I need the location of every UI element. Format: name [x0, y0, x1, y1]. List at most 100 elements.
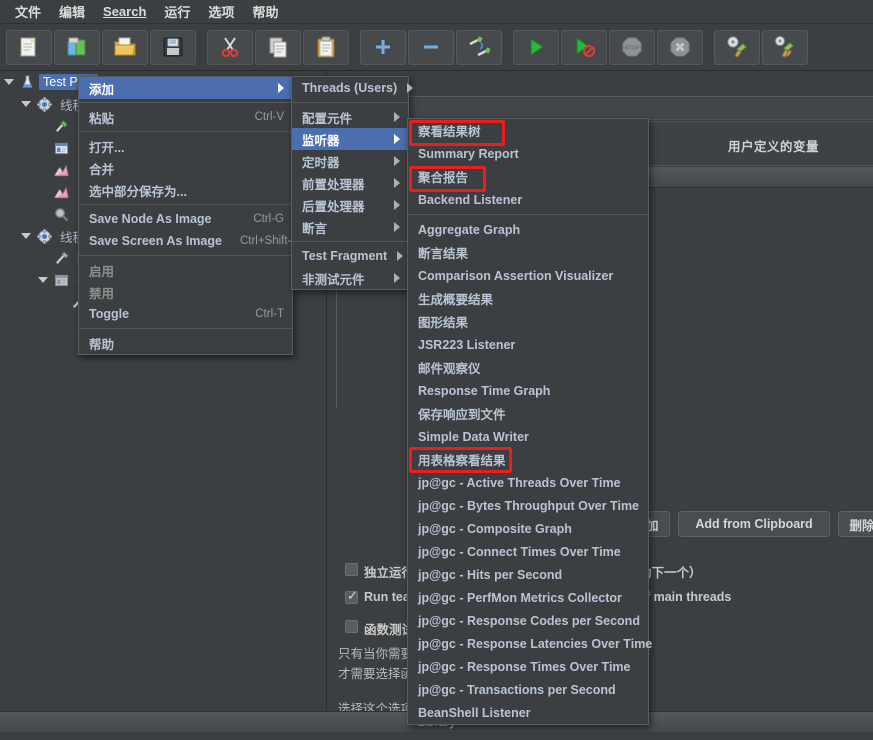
add-menu-item-5[interactable]: 前置处理器: [292, 172, 408, 194]
copy-button[interactable]: [255, 29, 301, 65]
context-menu-item-15[interactable]: 帮助: [79, 332, 292, 354]
chevron-down-icon[interactable]: [38, 277, 48, 283]
listener-menu-item-1[interactable]: Summary Report: [408, 142, 648, 165]
listener-menu-item-15[interactable]: 用表格察看结果: [408, 448, 648, 471]
listener-menu-item-14[interactable]: Simple Data Writer: [408, 425, 648, 448]
add-menu-item-9[interactable]: Test Fragment: [292, 245, 408, 267]
menu-item-label: Test Fragment: [302, 249, 388, 263]
collapse-all-button[interactable]: [408, 29, 454, 65]
menubar-item-1[interactable]: 编辑: [50, 0, 94, 24]
templates-button[interactable]: [54, 29, 100, 65]
add-menu-item-2[interactable]: 配置元件: [292, 106, 408, 128]
new-button[interactable]: [6, 29, 52, 65]
add-menu-item-6[interactable]: 后置处理器: [292, 194, 408, 216]
chevron-down-icon[interactable]: [21, 233, 31, 239]
save-button[interactable]: [150, 29, 196, 65]
menubar-item-5[interactable]: 帮助: [243, 0, 287, 24]
listener-menu-item-16[interactable]: jp@gc - Active Threads Over Time: [408, 471, 648, 494]
menu-item-label: jp@gc - Composite Graph: [418, 521, 572, 536]
menu-item-label: 邮件观察仪: [418, 362, 481, 376]
chevron-down-icon[interactable]: [21, 101, 31, 107]
toolbar-group-3: STOP: [513, 29, 705, 65]
listener-menu-item-6[interactable]: 断言结果: [408, 241, 648, 264]
context-menu-item-2[interactable]: 粘贴 Ctrl-V: [79, 106, 292, 128]
listeners-submenu[interactable]: 察看结果树 Summary Report 聚合报告 Backend Listener A…: [407, 118, 652, 725]
open-icon: [113, 35, 137, 59]
context-menu-item-13[interactable]: Toggle Ctrl-T: [79, 303, 292, 325]
listener-menu-item-2[interactable]: 聚合报告: [408, 165, 648, 188]
menubar-item-4[interactable]: 选项: [199, 0, 243, 24]
start-no-pause-icon: [572, 35, 596, 59]
listener-menu-item-7[interactable]: Comparison Assertion Visualizer: [408, 264, 648, 287]
listener-menu-item-21[interactable]: jp@gc - PerfMon Metrics Collector: [408, 586, 648, 609]
context-menu-item-12[interactable]: 禁用: [79, 281, 292, 303]
menu-item-label: jp@gc - PerfMon Metrics Collector: [418, 590, 622, 605]
context-menu-item-6[interactable]: 选中部分保存为...: [79, 179, 292, 201]
expand-all-button[interactable]: [360, 29, 406, 65]
listener-menu-item-26[interactable]: BeanShell Listener: [408, 701, 648, 724]
add-submenu[interactable]: Threads (Users) 配置元件 监听器 定时器 前置处理器 后置处理器 断言 Tes…: [291, 76, 414, 290]
svg-text:STOP: STOP: [625, 46, 640, 52]
listener-menu-item-0[interactable]: 察看结果树: [408, 119, 648, 142]
add-menu-item-10[interactable]: 非测试元件: [292, 267, 408, 289]
context-menu-item-11[interactable]: 启用: [79, 259, 292, 281]
chevron-down-icon[interactable]: [4, 79, 14, 85]
add-menu-item-0[interactable]: Threads (Users): [292, 77, 414, 99]
toolbar-group-0: [6, 29, 198, 65]
menubar-item-0[interactable]: 文件: [6, 0, 50, 24]
listener-menu-item-19[interactable]: jp@gc - Connect Times Over Time: [408, 540, 648, 563]
context-menu-item-4[interactable]: 打开...: [79, 135, 292, 157]
user-variables-label: 用户定义的变量: [728, 140, 820, 154]
listener-menu-item-23[interactable]: jp@gc - Response Latencies Over Time: [408, 632, 652, 655]
menu-item-label: Aggregate Graph: [418, 222, 521, 237]
context-menu-item-5[interactable]: 合并: [79, 157, 292, 179]
editor-tabstrip: [336, 71, 873, 97]
start-button[interactable]: [513, 29, 559, 65]
add-menu-item-3[interactable]: 监听器: [292, 128, 408, 150]
listener-menu-item-20[interactable]: jp@gc - Hits per Second: [408, 563, 648, 586]
listener-menu-item-17[interactable]: jp@gc - Bytes Throughput Over Time: [408, 494, 648, 517]
menu-item-label: 打开...: [89, 140, 125, 155]
listener-menu-item-22[interactable]: jp@gc - Response Codes per Second: [408, 609, 648, 632]
serialize-thread-groups-checkbox[interactable]: [345, 563, 358, 576]
menubar-item-3[interactable]: 运行: [155, 0, 199, 24]
menu-item-label: Response Time Graph: [418, 383, 551, 398]
listener-menu-item-25[interactable]: jp@gc - Transactions per Second: [408, 678, 648, 701]
listener-menu-item-3[interactable]: Backend Listener: [408, 188, 648, 211]
listener-menu-item-12[interactable]: Response Time Graph: [408, 379, 648, 402]
delete-button[interactable]: 删除: [838, 511, 873, 537]
menu-item-label: Save Node As Image: [89, 212, 212, 226]
clear-all-button[interactable]: [762, 29, 808, 65]
listener-menu-item-13[interactable]: 保存响应到文件: [408, 402, 648, 425]
cut-button[interactable]: [207, 29, 253, 65]
clear-button[interactable]: [714, 29, 760, 65]
shutdown-button[interactable]: [657, 29, 703, 65]
menu-separator: [79, 204, 292, 205]
context-menu-item-0[interactable]: 添加: [79, 77, 292, 99]
add-menu-item-7[interactable]: 断言: [292, 216, 408, 238]
listener-menu-item-9[interactable]: 图形结果: [408, 310, 648, 333]
tree-context-menu[interactable]: 添加粘贴 Ctrl-V 打开... 合并 选中部分保存为... Save Node As …: [78, 76, 300, 355]
add-menu-item-4[interactable]: 定时器: [292, 150, 408, 172]
add-from-clipboard-button[interactable]: Add from Clipboard: [678, 511, 830, 537]
stop-button[interactable]: STOP: [609, 29, 655, 65]
listener-menu-item-11[interactable]: 邮件观察仪: [408, 356, 648, 379]
context-menu-item-8[interactable]: Save Node As Image Ctrl-G: [79, 208, 292, 230]
open-button[interactable]: [102, 29, 148, 65]
listener-menu-item-8[interactable]: 生成概要结果: [408, 287, 648, 310]
menu-item-label: 聚合报告: [418, 171, 469, 185]
paste-button[interactable]: [303, 29, 349, 65]
listener-menu-item-18[interactable]: jp@gc - Composite Graph: [408, 517, 648, 540]
listener-menu-item-10[interactable]: JSR223 Listener: [408, 333, 648, 356]
menubar-item-2[interactable]: Search: [94, 1, 155, 22]
context-menu-item-9[interactable]: Save Screen As Image Ctrl+Shift-G: [79, 230, 300, 252]
toggle-button[interactable]: [456, 29, 502, 65]
start-no-pause-button[interactable]: [561, 29, 607, 65]
functional-test-mode-checkbox[interactable]: [345, 620, 358, 633]
run-teardown-checkbox[interactable]: [345, 589, 358, 604]
menu-item-label: Simple Data Writer: [418, 429, 529, 444]
listener-menu-item-24[interactable]: jp@gc - Response Times Over Time: [408, 655, 648, 678]
listener-menu-item-5[interactable]: Aggregate Graph: [408, 218, 648, 241]
chevron-right-icon: [394, 178, 400, 188]
toolbar-group-2: [360, 29, 504, 65]
